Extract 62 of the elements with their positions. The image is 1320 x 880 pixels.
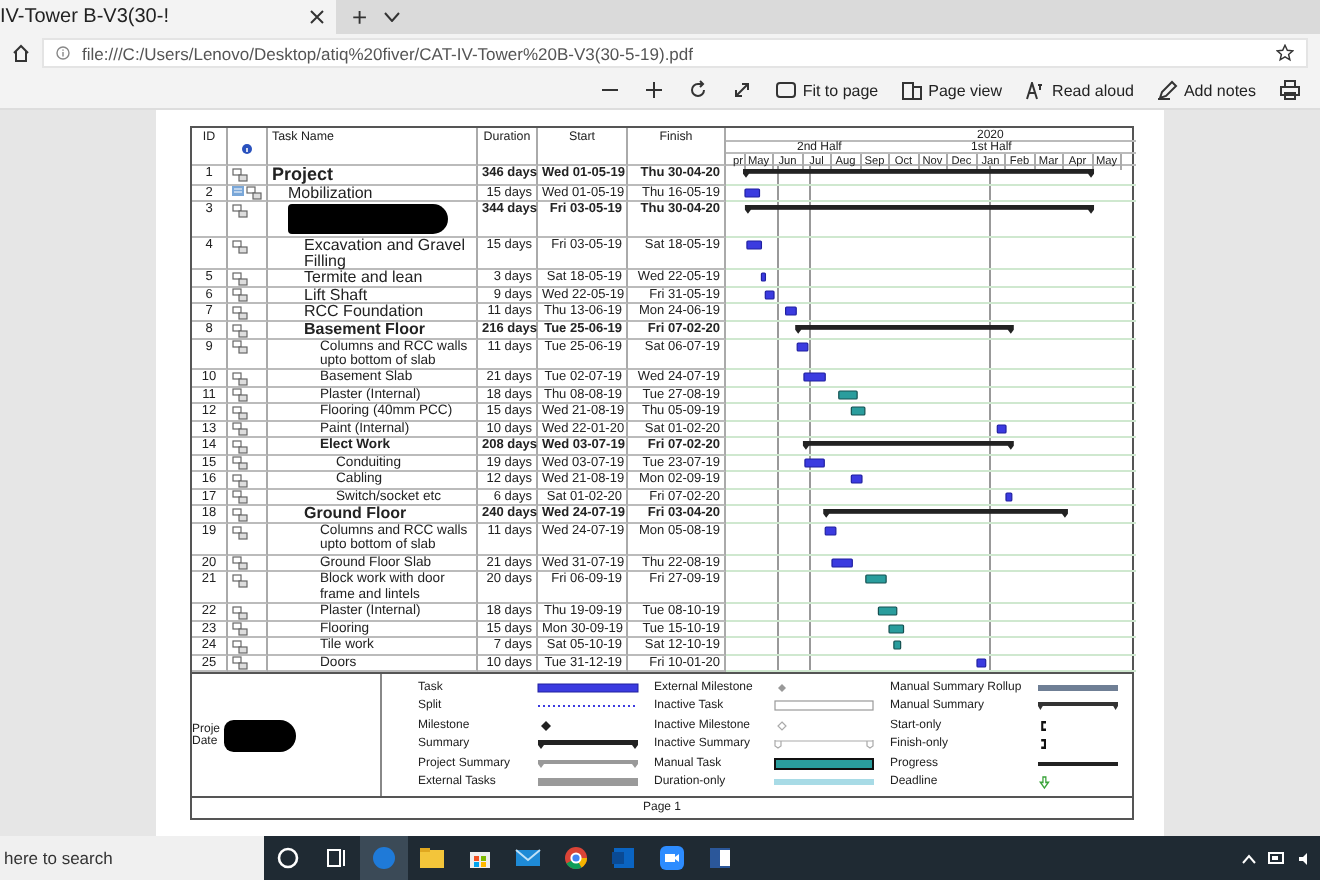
video-camera-icon (660, 846, 684, 870)
diamond-outline-icon (777, 721, 787, 731)
diamond-icon (778, 683, 786, 692)
cortana-icon (277, 847, 299, 869)
toolbar-button[interactable]: Page view (902, 81, 1003, 99)
battery-icon[interactable] (1268, 852, 1286, 864)
toolbar-button[interactable]: Add notes (1157, 80, 1256, 100)
chevron-down-icon[interactable] (383, 12, 400, 22)
envelope-icon (515, 849, 541, 866)
manual-summary-bar-sample (1038, 702, 1118, 711)
page-view-icon (902, 81, 923, 99)
diamond-icon (541, 720, 551, 731)
pen-icon (1157, 80, 1178, 100)
dotted-line-sample (537, 705, 639, 708)
home-icon[interactable] (12, 44, 30, 62)
new-tab-button[interactable]: + (336, 0, 384, 34)
summary-bar-sample (538, 740, 638, 750)
task-name: RCC Foundation (304, 302, 424, 321)
search-field[interactable]: here to search (0, 836, 264, 880)
task-name: Excavation and Gravel Filling (304, 236, 465, 270)
progress-bar-sample (1038, 761, 1118, 766)
speaker-icon[interactable] (1298, 851, 1312, 865)
task-name: Ground Floor (304, 504, 407, 523)
finish-bracket-icon (1041, 739, 1046, 750)
task-type-icon (232, 239, 248, 254)
address-bar[interactable]: file:///C:/Users/Lenovo/Desktop/atiq%20fiver/CAT-IV-Tower%20B-V3(30-5-19).pdf (42, 38, 1308, 68)
duration-bar-sample (774, 779, 874, 786)
toolbar-button[interactable]: Read aloud (1026, 81, 1134, 99)
inactive-summary-bar-sample (774, 740, 874, 750)
manual-task-bar-sample (774, 757, 874, 770)
star-icon[interactable] (1276, 44, 1294, 62)
close-icon[interactable] (310, 10, 324, 24)
shopping-bag-icon (470, 852, 490, 868)
rotate-icon[interactable] (688, 80, 709, 100)
fit-page-icon (776, 82, 797, 98)
read-aloud-icon (1026, 81, 1047, 99)
task-name: Basement Floor (304, 320, 425, 339)
task-name: Mobilization (288, 183, 373, 201)
chevron-up-icon[interactable] (1242, 853, 1256, 863)
expand-icon[interactable] (732, 80, 753, 100)
mail-app-icon (612, 848, 634, 868)
rollup-bar-sample (1038, 684, 1118, 691)
task-view-icon (327, 849, 345, 867)
browser-icon (373, 847, 395, 869)
task-name: Termite and lean (304, 268, 423, 287)
external-task-bar-sample (538, 778, 638, 787)
folder-icon (420, 848, 444, 868)
zoom-in-icon[interactable] (644, 80, 665, 100)
deadline-arrow-icon (1039, 777, 1050, 791)
inactive-task-bar-sample (774, 701, 874, 712)
toolbar-button[interactable]: Fit to page (776, 81, 879, 99)
document-app-icon (710, 848, 730, 868)
redaction-mark (224, 719, 297, 752)
print-icon[interactable] (1280, 80, 1300, 100)
info-icon (56, 46, 70, 60)
project-summary-bar-sample (538, 759, 638, 768)
start-bracket-icon (1041, 720, 1046, 731)
chrome-icon (565, 847, 587, 869)
task-bar-sample (537, 683, 639, 693)
task-name: Project (272, 164, 334, 184)
info-icon (242, 144, 252, 154)
task-name: Lift Shaft (304, 285, 368, 304)
